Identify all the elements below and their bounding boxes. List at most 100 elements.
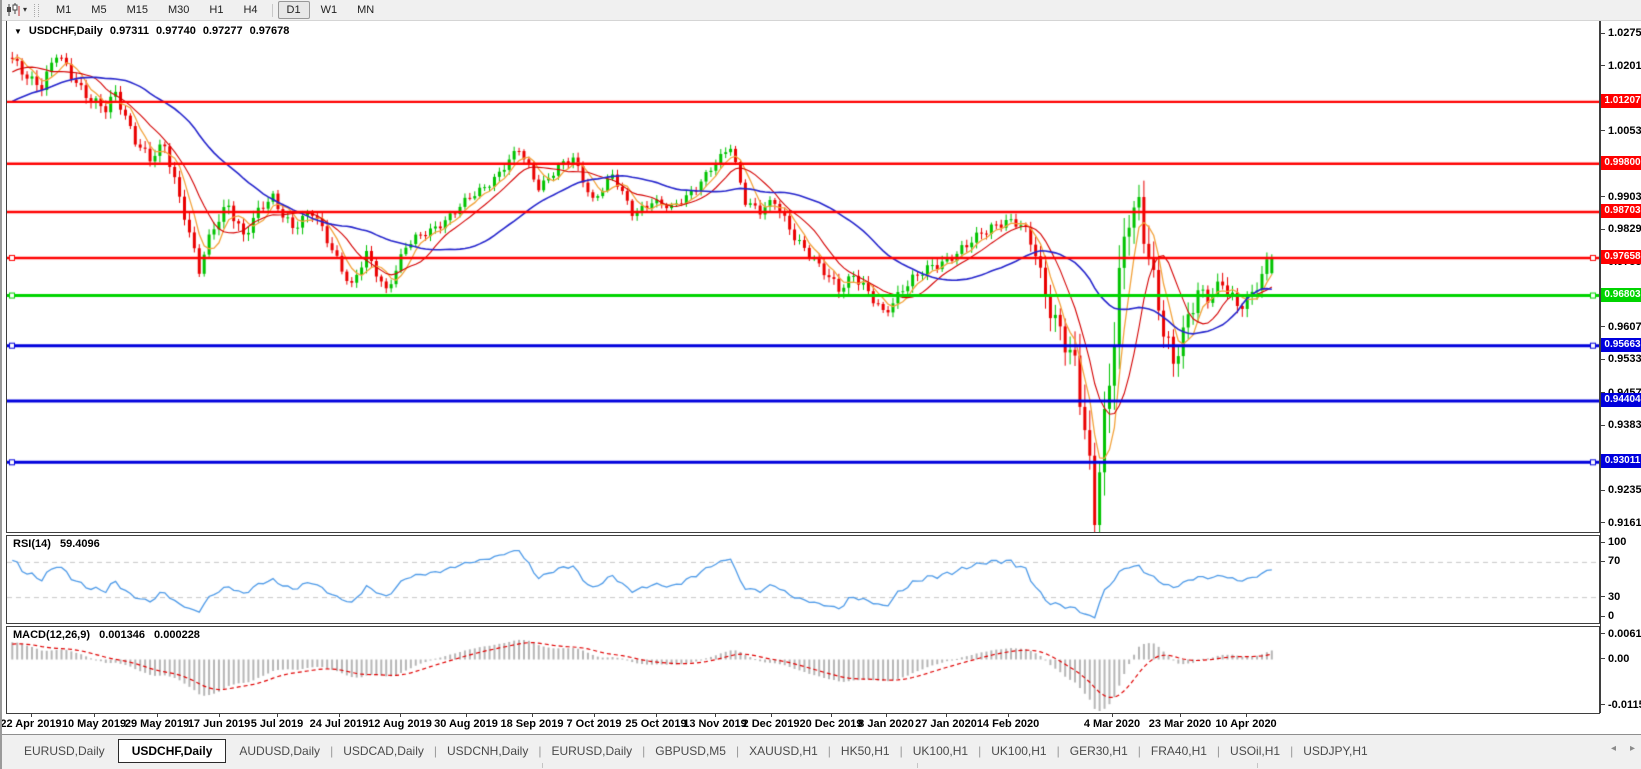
chart-tab-fra40-h1[interactable]: FRA40,H1 — [1141, 740, 1217, 762]
macd-value-signal: 0.000228 — [154, 629, 200, 641]
mt4-window: ▾ M1 M5 M15 M30 H1 H4 D1 W1 MN ▼ USDCHF,Daily 0.… — [0, 0, 1641, 769]
candlestick-chart-icon — [7, 3, 20, 16]
date-tick-mark — [157, 714, 158, 717]
date-tick-mark — [1246, 714, 1247, 717]
line-price-badge: 0.96803 — [1601, 287, 1641, 302]
rsi-tick-label: 30 — [1608, 590, 1621, 603]
timeframe-button-mn[interactable]: MN — [348, 1, 383, 19]
timeframe-button-h1[interactable]: H1 — [200, 1, 232, 19]
chart-tab-ger30-h1[interactable]: GER30,H1 — [1060, 740, 1138, 762]
date-tick-label: 18 Sep 2019 — [500, 718, 564, 730]
date-tick-label: 12 Aug 2019 — [368, 718, 432, 730]
chart-tab-usdjpy-h1[interactable]: USDJPY,H1 — [1293, 740, 1377, 762]
ohlc-close: 0.97678 — [249, 25, 290, 37]
date-tick-label: 5 Jul 2019 — [250, 718, 304, 730]
line-price-badge: 0.95663 — [1601, 337, 1641, 352]
rsi-panel[interactable]: RSI(14) 59.4096 — [6, 535, 1600, 624]
line-price-badge: 0.93011 — [1601, 454, 1641, 469]
chart-tab-audusd-daily[interactable]: AUDUSD,Daily — [229, 740, 330, 762]
ohlc-high: 0.97740 — [156, 25, 196, 37]
chart-tab-usdchf-daily[interactable]: USDCHF,Daily — [117, 739, 227, 763]
price-tick-label: 1.02750 — [1608, 27, 1641, 39]
date-tick-mark — [339, 714, 340, 717]
timeframe-button-m1[interactable]: M1 — [47, 1, 80, 19]
rsi-tick-mark — [1601, 596, 1605, 598]
caret-down-icon: ▾ — [23, 5, 28, 14]
date-tick-mark — [532, 714, 533, 717]
macd-canvas[interactable] — [7, 627, 1599, 713]
date-tick-label: 17 Jun 2019 — [187, 718, 251, 730]
price-tick-label: 0.96070 — [1608, 320, 1641, 333]
chart-tab-usoil-h1[interactable]: USOil,H1 — [1220, 740, 1290, 762]
toolbar-separator — [271, 3, 273, 17]
macd-tick-label: 0.006167 — [1608, 627, 1641, 640]
chart-tab-uk100-h1[interactable]: UK100,H1 — [903, 740, 978, 762]
rsi-tick-mark — [1601, 615, 1605, 617]
date-tick-mark — [946, 714, 947, 717]
price-tick-label: 0.95330 — [1608, 353, 1641, 366]
chart-tab-eurusd-daily[interactable]: EURUSD,Daily — [14, 740, 115, 762]
date-tick-label: 25 Oct 2019 — [625, 718, 687, 730]
date-tick-mark — [594, 714, 595, 717]
right-arrow-icon[interactable]: ▸ — [1630, 743, 1635, 754]
chart-tab-eurusd-daily[interactable]: EURUSD,Daily — [541, 740, 642, 762]
date-tick-mark — [715, 714, 716, 717]
macd-name: MACD(12,26,9) — [13, 629, 91, 641]
line-price-badge: 0.99800 — [1601, 155, 1641, 170]
chart-type-button[interactable]: ▾ — [2, 1, 31, 19]
timeframe-button-w1[interactable]: W1 — [312, 1, 347, 19]
chart-tab-gbpusd-m5[interactable]: GBPUSD,M5 — [645, 740, 736, 762]
date-tick-label: 10 May 2019 — [61, 718, 127, 730]
triangle-down-icon: ▼ — [14, 26, 22, 36]
price-tick-label: 0.91610 — [1608, 516, 1641, 529]
rsi-canvas[interactable] — [7, 536, 1599, 623]
date-tick-label: 24 Jul 2019 — [309, 718, 369, 730]
price-tick-mark — [1601, 326, 1605, 328]
date-axis[interactable]: 22 Apr 2019 10 May 2019 29 May 2019 17 Jun … — [2, 714, 1600, 733]
timeframe-button-m30[interactable]: M30 — [159, 1, 198, 19]
date-tick-label: 2 Dec 2019 — [742, 718, 800, 730]
rsi-label: RSI(14) 59.4096 — [13, 538, 106, 550]
chart-tab-xauusd-h1[interactable]: XAUUSD,H1 — [739, 740, 828, 762]
price-tick-mark — [1601, 522, 1605, 524]
macd-tick-label: 0.00 — [1608, 652, 1630, 665]
date-tick-label: 20 Dec 2019 — [799, 718, 863, 730]
price-tick-label: 1.02010 — [1608, 59, 1641, 72]
price-tick-mark — [1601, 358, 1605, 360]
main-chart-panel[interactable]: ▼ USDCHF,Daily 0.97311 0.97740 0.97277 0… — [6, 20, 1600, 533]
timeframe-button-m15[interactable]: M15 — [118, 1, 157, 19]
chart-tab-hk50-h1[interactable]: HK50,H1 — [831, 740, 900, 762]
rsi-value: 59.4096 — [59, 538, 100, 550]
rsi-tick-label: 70 — [1608, 555, 1621, 568]
date-tick-mark — [400, 714, 401, 717]
rsi-tick-mark — [1601, 541, 1605, 543]
main-chart-canvas[interactable] — [7, 21, 1599, 532]
line-price-badge: 1.01207 — [1601, 93, 1641, 108]
timeframe-button-d1[interactable]: D1 — [277, 1, 310, 19]
date-tick-label: 23 Mar 2020 — [1148, 718, 1212, 730]
chart-title: ▼ USDCHF,Daily 0.97311 0.97740 0.97277 0… — [14, 25, 296, 37]
line-price-badge: 0.98703 — [1601, 203, 1641, 218]
date-tick-label: 22 Apr 2019 — [0, 718, 62, 730]
date-tick-mark — [277, 714, 278, 717]
date-tick-mark — [1112, 714, 1113, 717]
chart-tab-usdcnh-daily[interactable]: USDCNH,Daily — [437, 740, 538, 762]
line-price-badge: 0.97658 — [1601, 249, 1641, 264]
timeframe-button-m5[interactable]: M5 — [82, 1, 115, 19]
chart-tab-usdcad-daily[interactable]: USDCAD,Daily — [333, 740, 434, 762]
timeframe-button-h4[interactable]: H4 — [234, 1, 266, 19]
date-tick-label: 8 Jan 2020 — [858, 718, 914, 730]
date-tick-label: 14 Feb 2020 — [976, 718, 1040, 730]
price-tick-mark — [1601, 130, 1605, 132]
rsi-name: RSI(14) — [13, 538, 51, 550]
chart-tab-uk100-h1[interactable]: UK100,H1 — [981, 740, 1056, 762]
rsi-tick-label: 100 — [1608, 536, 1627, 548]
toolbar-grip[interactable] — [34, 3, 40, 17]
line-price-badge: 0.94404 — [1601, 393, 1641, 408]
price-tick-mark — [1601, 489, 1605, 491]
left-arrow-icon[interactable]: ◂ — [1611, 743, 1616, 754]
date-tick-label: 27 Jan 2020 — [915, 718, 977, 730]
price-axis[interactable]: 1.027501.020101.005300.990300.982900.975… — [1600, 20, 1641, 713]
date-tick-mark — [94, 714, 95, 717]
macd-panel[interactable]: MACD(12,26,9) 0.001346 0.000228 — [6, 626, 1600, 714]
